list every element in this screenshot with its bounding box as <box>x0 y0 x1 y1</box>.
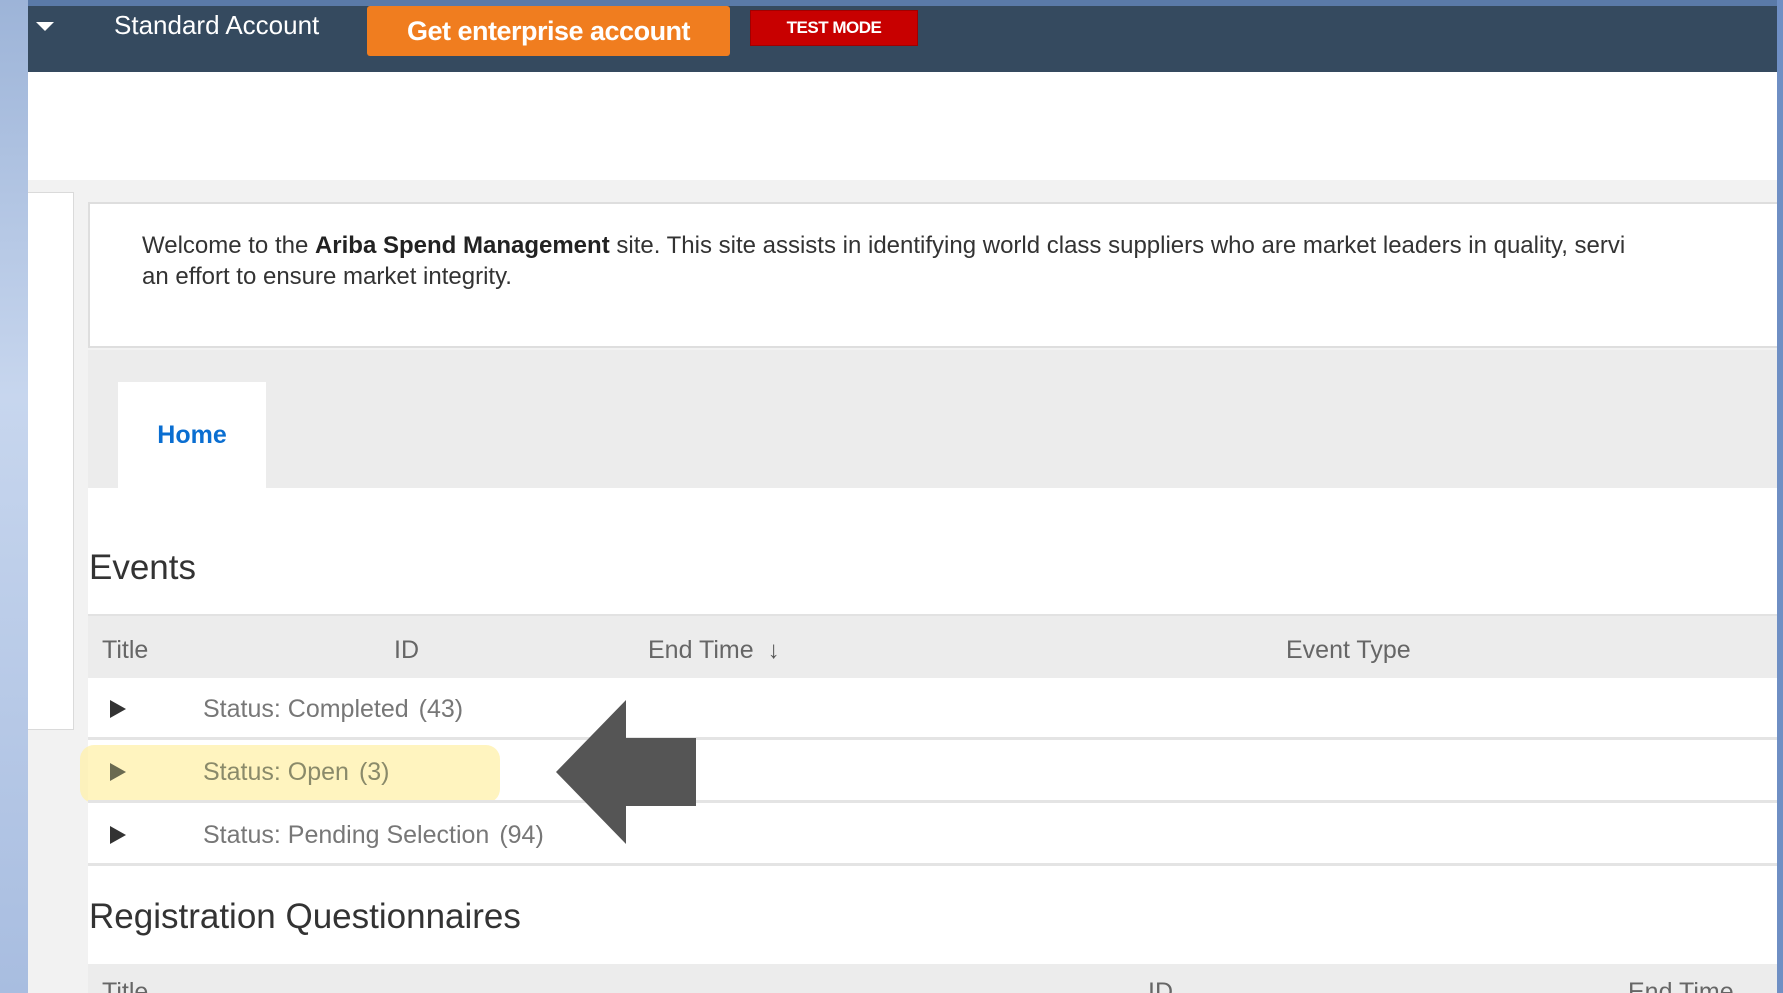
welcome-line-1: Welcome to the Ariba Spend Management si… <box>142 232 1626 259</box>
column-header-id[interactable]: ID <box>1148 978 1173 993</box>
expand-triangle-icon[interactable] <box>110 826 126 844</box>
expand-triangle-icon[interactable] <box>110 700 126 718</box>
left-side-panel <box>28 192 74 730</box>
group-row-open[interactable]: Status: Open (3) <box>88 743 1777 803</box>
events-table-header: Title ID End Time ↓ Event Type <box>88 614 1777 678</box>
application-window: Standard Account Get enterprise account … <box>28 0 1777 993</box>
group-count: (3) <box>358 758 390 786</box>
expand-triangle-icon[interactable] <box>110 763 126 781</box>
group-row-completed[interactable]: Status: Completed (43) <box>88 680 1777 740</box>
top-bar: Standard Account Get enterprise account … <box>28 0 1777 72</box>
sort-descending-icon[interactable]: ↓ <box>768 637 780 664</box>
get-enterprise-account-button[interactable]: Get enterprise account <box>367 6 730 56</box>
background-left <box>0 0 28 993</box>
group-label: Status: Completed <box>203 695 409 723</box>
registration-questionnaires-title: Registration Questionnaires <box>89 897 521 936</box>
group-row-pending-selection[interactable]: Status: Pending Selection (94) <box>88 806 1777 866</box>
column-header-title[interactable]: Title <box>102 978 148 993</box>
group-count: (94) <box>499 821 544 849</box>
background-right <box>1777 0 1783 993</box>
account-type-label: Standard Account <box>114 10 320 40</box>
questionnaires-table-header: Title ID End Time <box>88 964 1777 993</box>
group-label: Status: Open <box>203 758 349 786</box>
welcome-message: Welcome to the Ariba Spend Management si… <box>88 202 1777 348</box>
menu-dropdown-icon[interactable] <box>36 22 54 31</box>
left-arrow-icon <box>556 700 696 844</box>
welcome-line-2: an effort to ensure market integrity. <box>142 263 512 290</box>
group-label: Status: Pending Selection <box>203 821 490 849</box>
site-name: Ariba Spend Management <box>314 232 610 259</box>
column-header-title[interactable]: Title <box>102 636 148 665</box>
tab-home[interactable]: Home <box>118 382 266 488</box>
column-header-end-time[interactable]: End Time <box>1628 978 1734 993</box>
group-count: (43) <box>418 695 464 723</box>
column-header-id[interactable]: ID <box>394 636 419 665</box>
column-header-event-type[interactable]: Event Type <box>1286 636 1411 665</box>
top-bar-edge <box>28 0 1777 6</box>
column-header-end-time[interactable]: End Time ↓ <box>648 636 780 665</box>
tab-strip <box>88 350 1777 488</box>
events-section-title: Events <box>89 548 196 587</box>
test-mode-badge: TEST MODE <box>750 10 918 46</box>
